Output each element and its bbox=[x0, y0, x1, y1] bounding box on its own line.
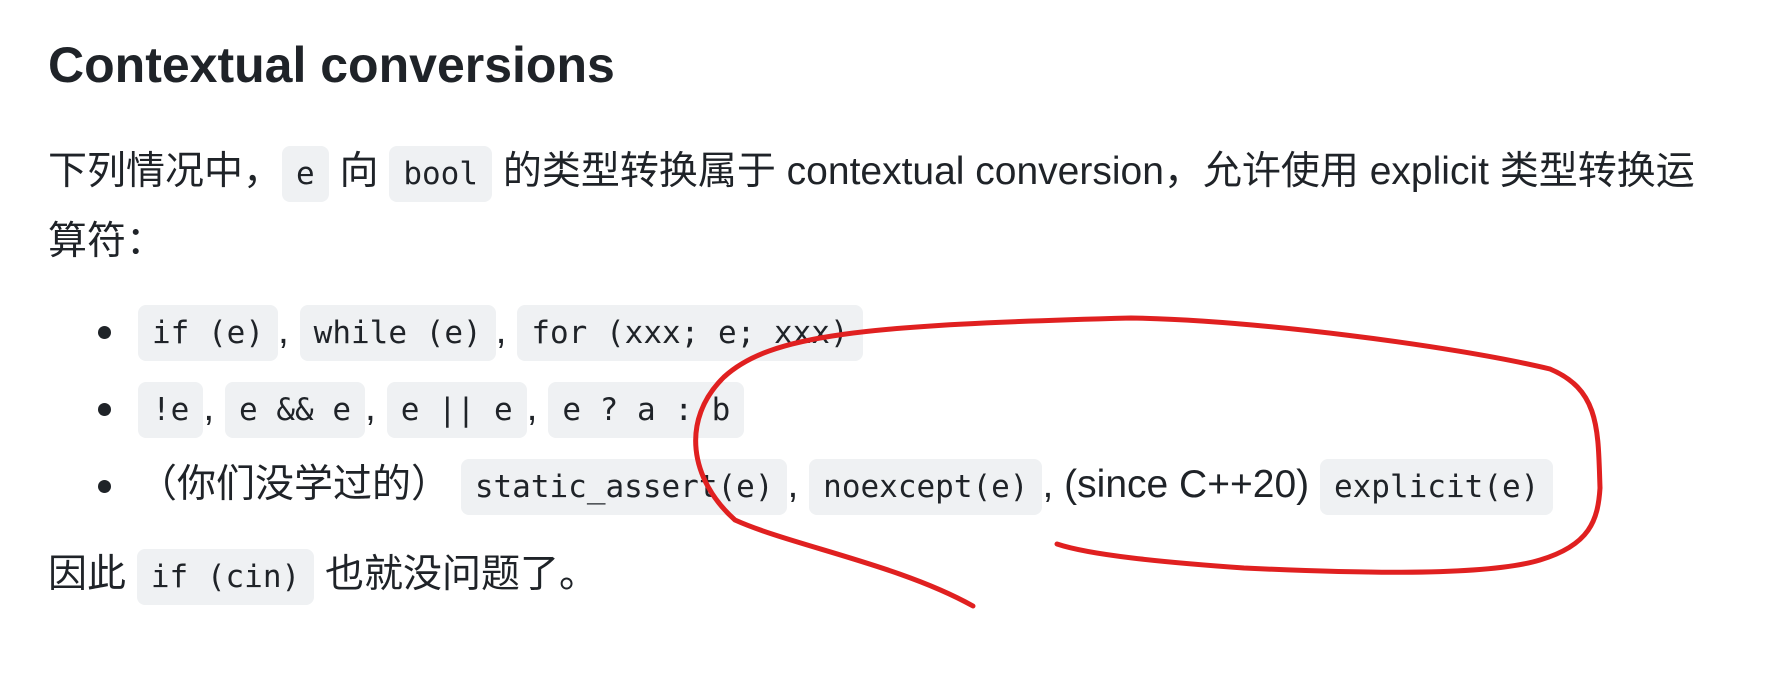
separator: , bbox=[203, 386, 215, 429]
inline-code: while (e) bbox=[299, 305, 496, 361]
separator: , bbox=[526, 386, 538, 429]
text: 也就没问题了。 bbox=[314, 553, 598, 596]
inline-code: if (cin) bbox=[136, 549, 315, 605]
bullet-icon bbox=[98, 326, 111, 339]
bullet-icon bbox=[98, 480, 111, 493]
separator: , bbox=[495, 309, 507, 352]
inline-code: bool bbox=[389, 146, 493, 202]
text: 下列情况中， bbox=[48, 150, 283, 193]
intro-paragraph: 下列情况中， e 向 bool 的类型转换属于 contextual conver… bbox=[48, 138, 1728, 276]
inline-code: for (xxx; e; xxx) bbox=[517, 305, 863, 361]
inline-code: e ? a : b bbox=[548, 382, 745, 438]
text: 向 bbox=[328, 150, 390, 193]
text: （你们没学过的） bbox=[138, 463, 451, 506]
inline-code: e || e bbox=[386, 382, 527, 438]
separator: , bbox=[365, 386, 376, 429]
inline-code: static_assert(e) bbox=[460, 459, 788, 515]
bullet-icon bbox=[98, 403, 111, 416]
section-heading: Contextual conversions bbox=[48, 37, 615, 93]
inline-code: explicit(e) bbox=[1319, 459, 1554, 515]
inline-code: noexcept(e) bbox=[809, 459, 1043, 515]
inline-code: if (e) bbox=[138, 305, 278, 361]
inline-code: !e bbox=[138, 382, 204, 438]
separator: , bbox=[1042, 463, 1054, 506]
conclusion-paragraph: 因此 if (cin) 也就没问题了。 bbox=[48, 541, 598, 611]
separator: , bbox=[787, 463, 799, 506]
list-item: （你们没学过的） static_assert(e), noexcept(e), … bbox=[48, 450, 1748, 527]
inline-code: e bbox=[282, 146, 329, 202]
text: 因此 bbox=[48, 553, 137, 596]
text: (since C++20) bbox=[1064, 463, 1310, 506]
inline-code: e && e bbox=[225, 382, 365, 438]
list-item: !e, e && e, e || e, e ? a : b bbox=[48, 373, 1748, 450]
conversion-list: if (e), while (e), for (xxx; e; xxx) !e,… bbox=[48, 296, 1748, 527]
separator: , bbox=[277, 309, 289, 352]
list-item: if (e), while (e), for (xxx; e; xxx) bbox=[48, 296, 1748, 373]
